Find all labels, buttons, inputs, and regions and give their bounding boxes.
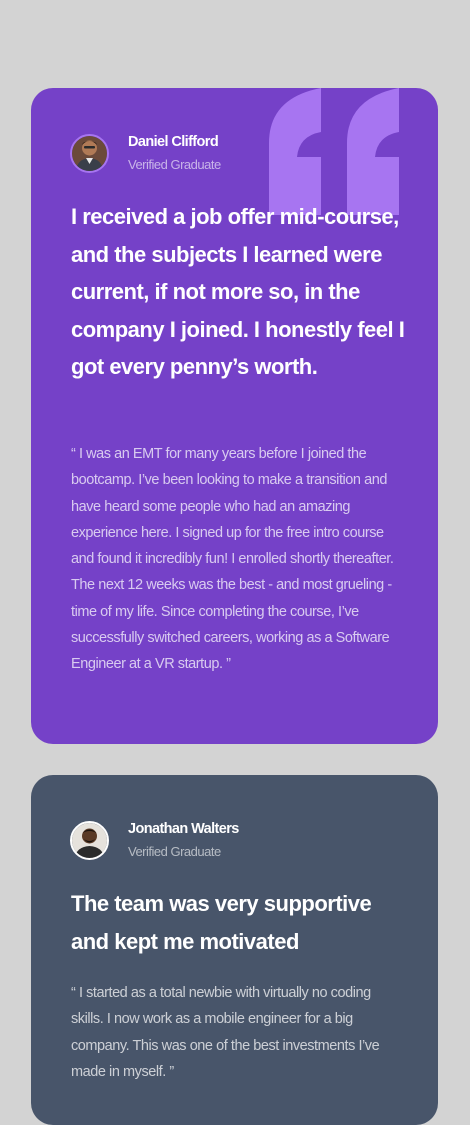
testimonial-headline: I received a job offer mid-course, and t… (71, 204, 405, 379)
author-name: Daniel Clifford (128, 134, 219, 150)
avatar (70, 133, 109, 173)
author-info: Daniel Clifford Verified Graduate (70, 133, 221, 173)
testimonial-headline: The team was very supportive and kept me… (71, 891, 372, 954)
author-status: Verified Graduate (128, 844, 221, 859)
quotation-mark-icon (269, 88, 399, 215)
author-status: Verified Graduate (128, 157, 221, 172)
testimonial-body: “ I started as a total newbie with virtu… (71, 985, 380, 1080)
author-info: Jonathan Walters Verified Graduate (70, 820, 239, 860)
avatar-image (72, 822, 107, 858)
testimonial-card-daniel: Daniel Clifford Verified Graduate I rece… (31, 88, 438, 744)
avatar (70, 820, 109, 860)
testimonial-card-jonathan: Jonathan Walters Verified Graduate The t… (31, 775, 438, 1125)
avatar-image (72, 135, 107, 171)
author-name: Jonathan Walters (128, 821, 239, 837)
testimonial-body: “ I was an EMT for many years before I j… (71, 446, 394, 673)
